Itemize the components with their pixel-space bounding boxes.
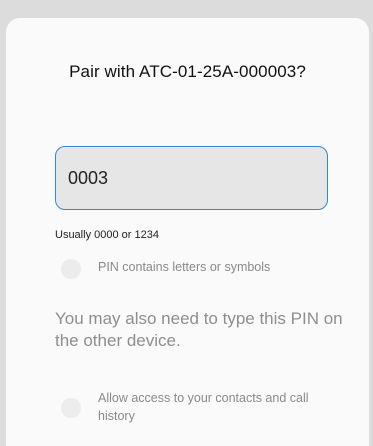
pin-hint: Usually 0000 or 1234 [55,229,159,241]
pin-field[interactable] [55,146,328,210]
pin-letters-checkbox-row[interactable]: PIN contains letters or symbols [61,258,270,279]
info-text: You may also need to type this PIN on th… [55,309,343,350]
pin-input[interactable] [68,167,315,189]
contacts-access-label: Allow access to your contacts and call h… [98,391,309,423]
contacts-access-checkbox[interactable] [61,398,81,418]
pin-letters-checkbox[interactable] [61,259,81,279]
dialog-title: Pair with ATC-01-25A-000003? [69,62,306,81]
screen: Pair with ATC-01-25A-000003? Usually 000… [0,0,373,446]
contacts-access-checkbox-row[interactable]: Allow access to your contacts and call h… [61,389,328,425]
pin-letters-label: PIN contains letters or symbols [98,260,271,274]
pairing-dialog: Pair with ATC-01-25A-000003? Usually 000… [6,18,369,446]
